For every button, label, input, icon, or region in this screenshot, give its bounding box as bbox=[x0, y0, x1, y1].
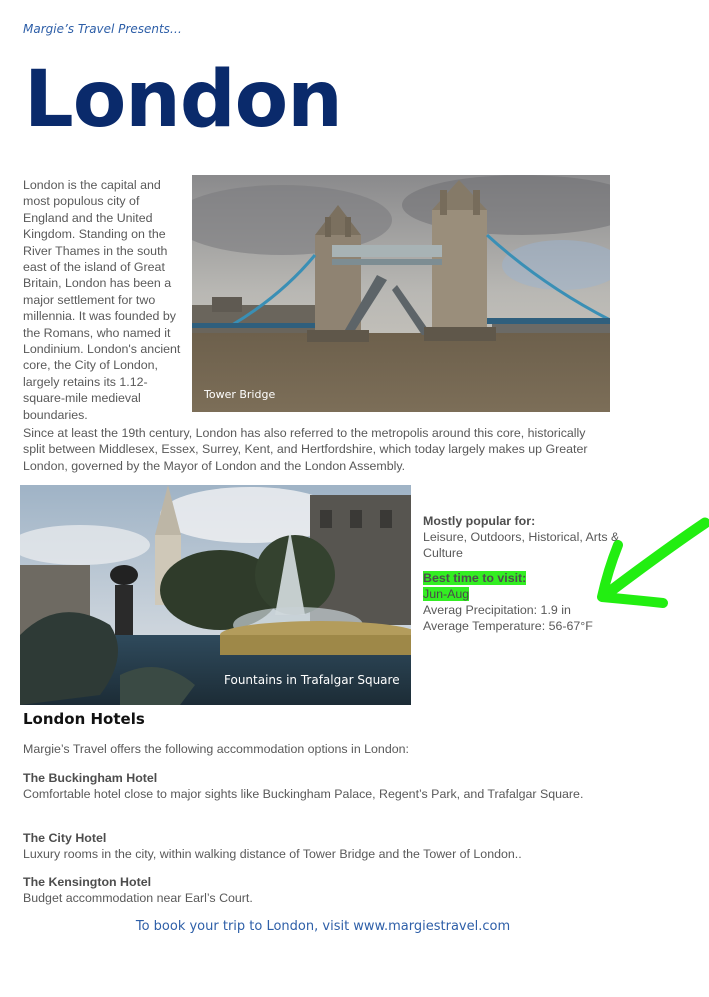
tower-bridge-illustration bbox=[192, 175, 610, 412]
hotel-name: The Buckingham Hotel bbox=[23, 771, 158, 785]
tower-bridge-caption: Tower Bridge bbox=[204, 388, 276, 401]
hotel-description: Luxury rooms in the city, within walking… bbox=[23, 847, 522, 862]
hotel-item: The Kensington Hotel Budget accommodatio… bbox=[23, 874, 603, 906]
trafalgar-caption: Fountains in Trafalgar Square bbox=[224, 673, 400, 687]
best-time-value: Jun-Aug bbox=[423, 587, 470, 602]
presents-line: Margie’s Travel Presents… bbox=[23, 22, 182, 36]
trafalgar-illustration bbox=[20, 485, 411, 705]
hotels-heading: London Hotels bbox=[23, 710, 145, 728]
hotels-intro: Margie’s Travel offers the following acc… bbox=[23, 742, 409, 756]
intro-paragraph-part1: London is the capital and most populous … bbox=[23, 178, 181, 422]
trafalgar-square-image: Fountains in Trafalgar Square bbox=[20, 485, 411, 705]
page-title: London bbox=[24, 55, 343, 145]
tower-bridge-image: Tower Bridge bbox=[192, 175, 610, 412]
hotel-description: Comfortable hotel close to major sights … bbox=[23, 787, 584, 802]
temperature-text: Average Temperature: 56-67°F bbox=[423, 618, 593, 633]
booking-footer: To book your trip to London, visit www.m… bbox=[135, 919, 511, 934]
best-time-label: Best time to visit: bbox=[423, 571, 527, 586]
green-arrow-icon bbox=[597, 517, 709, 608]
hotel-item: The Buckingham Hotel Comfortable hotel c… bbox=[23, 770, 603, 802]
hotel-description: Budget accommodation near Earl’s Court. bbox=[23, 891, 253, 906]
intro-paragraph-part2: Since at least the 19th century, London … bbox=[23, 426, 588, 473]
hotel-name: The Kensington Hotel bbox=[23, 875, 152, 889]
hotel-item: The City Hotel Luxury rooms in the city,… bbox=[23, 830, 603, 862]
hotel-name: The City Hotel bbox=[23, 831, 107, 845]
